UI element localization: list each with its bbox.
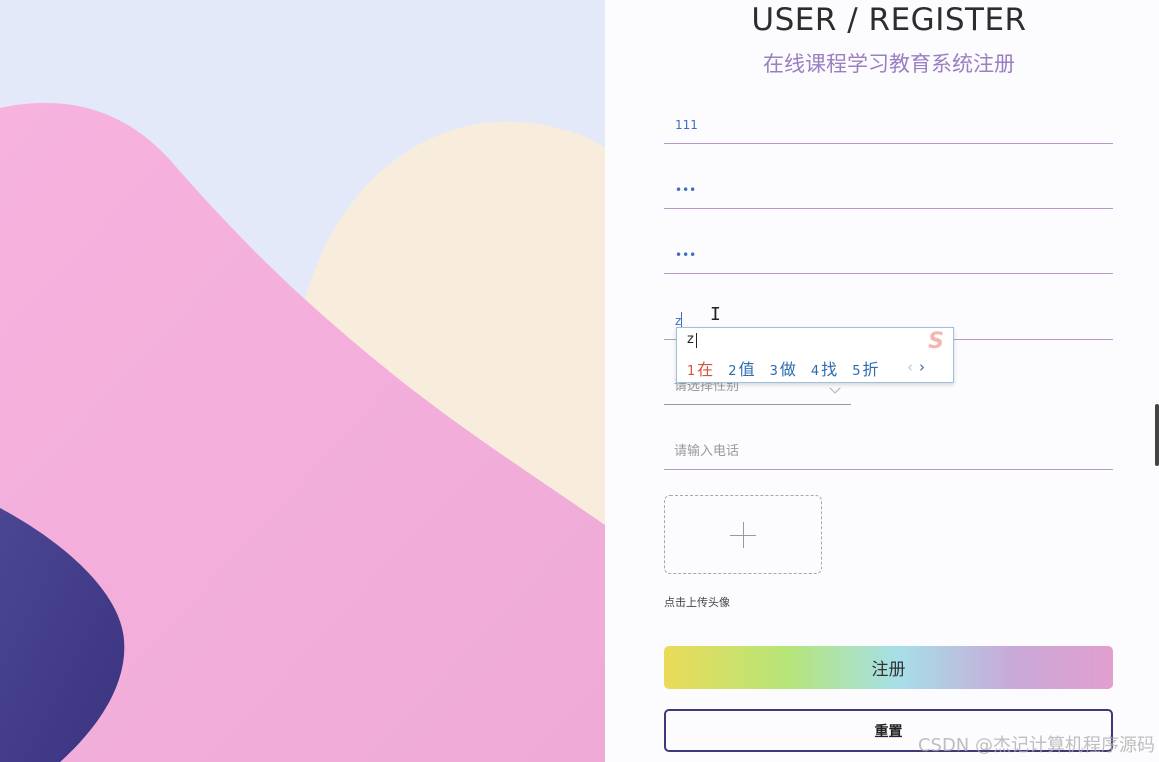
ime-candidate[interactable]: 1在	[687, 356, 713, 380]
plus-icon-vertical	[743, 522, 744, 548]
avatar-upload[interactable]	[664, 495, 822, 574]
password-field[interactable]: •••	[664, 180, 1113, 209]
ime-page-nav: ‹›	[907, 358, 931, 376]
upload-label: 点击上传头像	[664, 596, 730, 609]
ime-candidate[interactable]: 2值	[728, 356, 754, 380]
confirm-password-value: •••	[675, 248, 697, 262]
background-illustration	[0, 0, 605, 762]
password-value: •••	[675, 183, 697, 197]
chevron-right-icon[interactable]: ›	[919, 358, 931, 376]
ime-composition: z	[687, 332, 694, 347]
phone-field[interactable]: 请输入电话	[664, 441, 1113, 470]
text-caret	[681, 312, 682, 327]
username-value: 111	[675, 118, 698, 132]
register-page: USER / REGISTER 在线课程学习教育系统注册 111 ••• •••…	[0, 0, 1159, 762]
confirm-password-field[interactable]: •••	[664, 245, 1113, 274]
scrollbar-thumb[interactable]	[1155, 404, 1159, 466]
text-cursor-icon: I	[710, 304, 721, 325]
username-field[interactable]: 111	[664, 115, 1113, 144]
ime-caret	[696, 333, 697, 348]
chevron-left-icon[interactable]: ‹	[907, 358, 919, 376]
ime-candidate[interactable]: 3做	[770, 356, 796, 380]
watermark: CSDN @杰记计算机程序源码	[917, 735, 1155, 756]
phone-placeholder: 请输入电话	[674, 444, 740, 459]
ime-candidate[interactable]: 5折	[852, 356, 878, 380]
ime-logo-icon: S	[928, 329, 944, 354]
chevron-down-icon	[829, 382, 841, 394]
register-button[interactable]: 注册	[664, 646, 1113, 689]
ime-candidate-window: z 1在 2值 3做 4找 5折 ‹› S	[676, 327, 954, 383]
ime-candidate[interactable]: 4找	[811, 356, 837, 380]
page-subtitle: 在线课程学习教育系统注册	[763, 52, 1015, 76]
page-title: USER / REGISTER	[751, 2, 1027, 38]
ime-candidate-list: 1在 2值 3做 4找 5折	[687, 356, 878, 380]
